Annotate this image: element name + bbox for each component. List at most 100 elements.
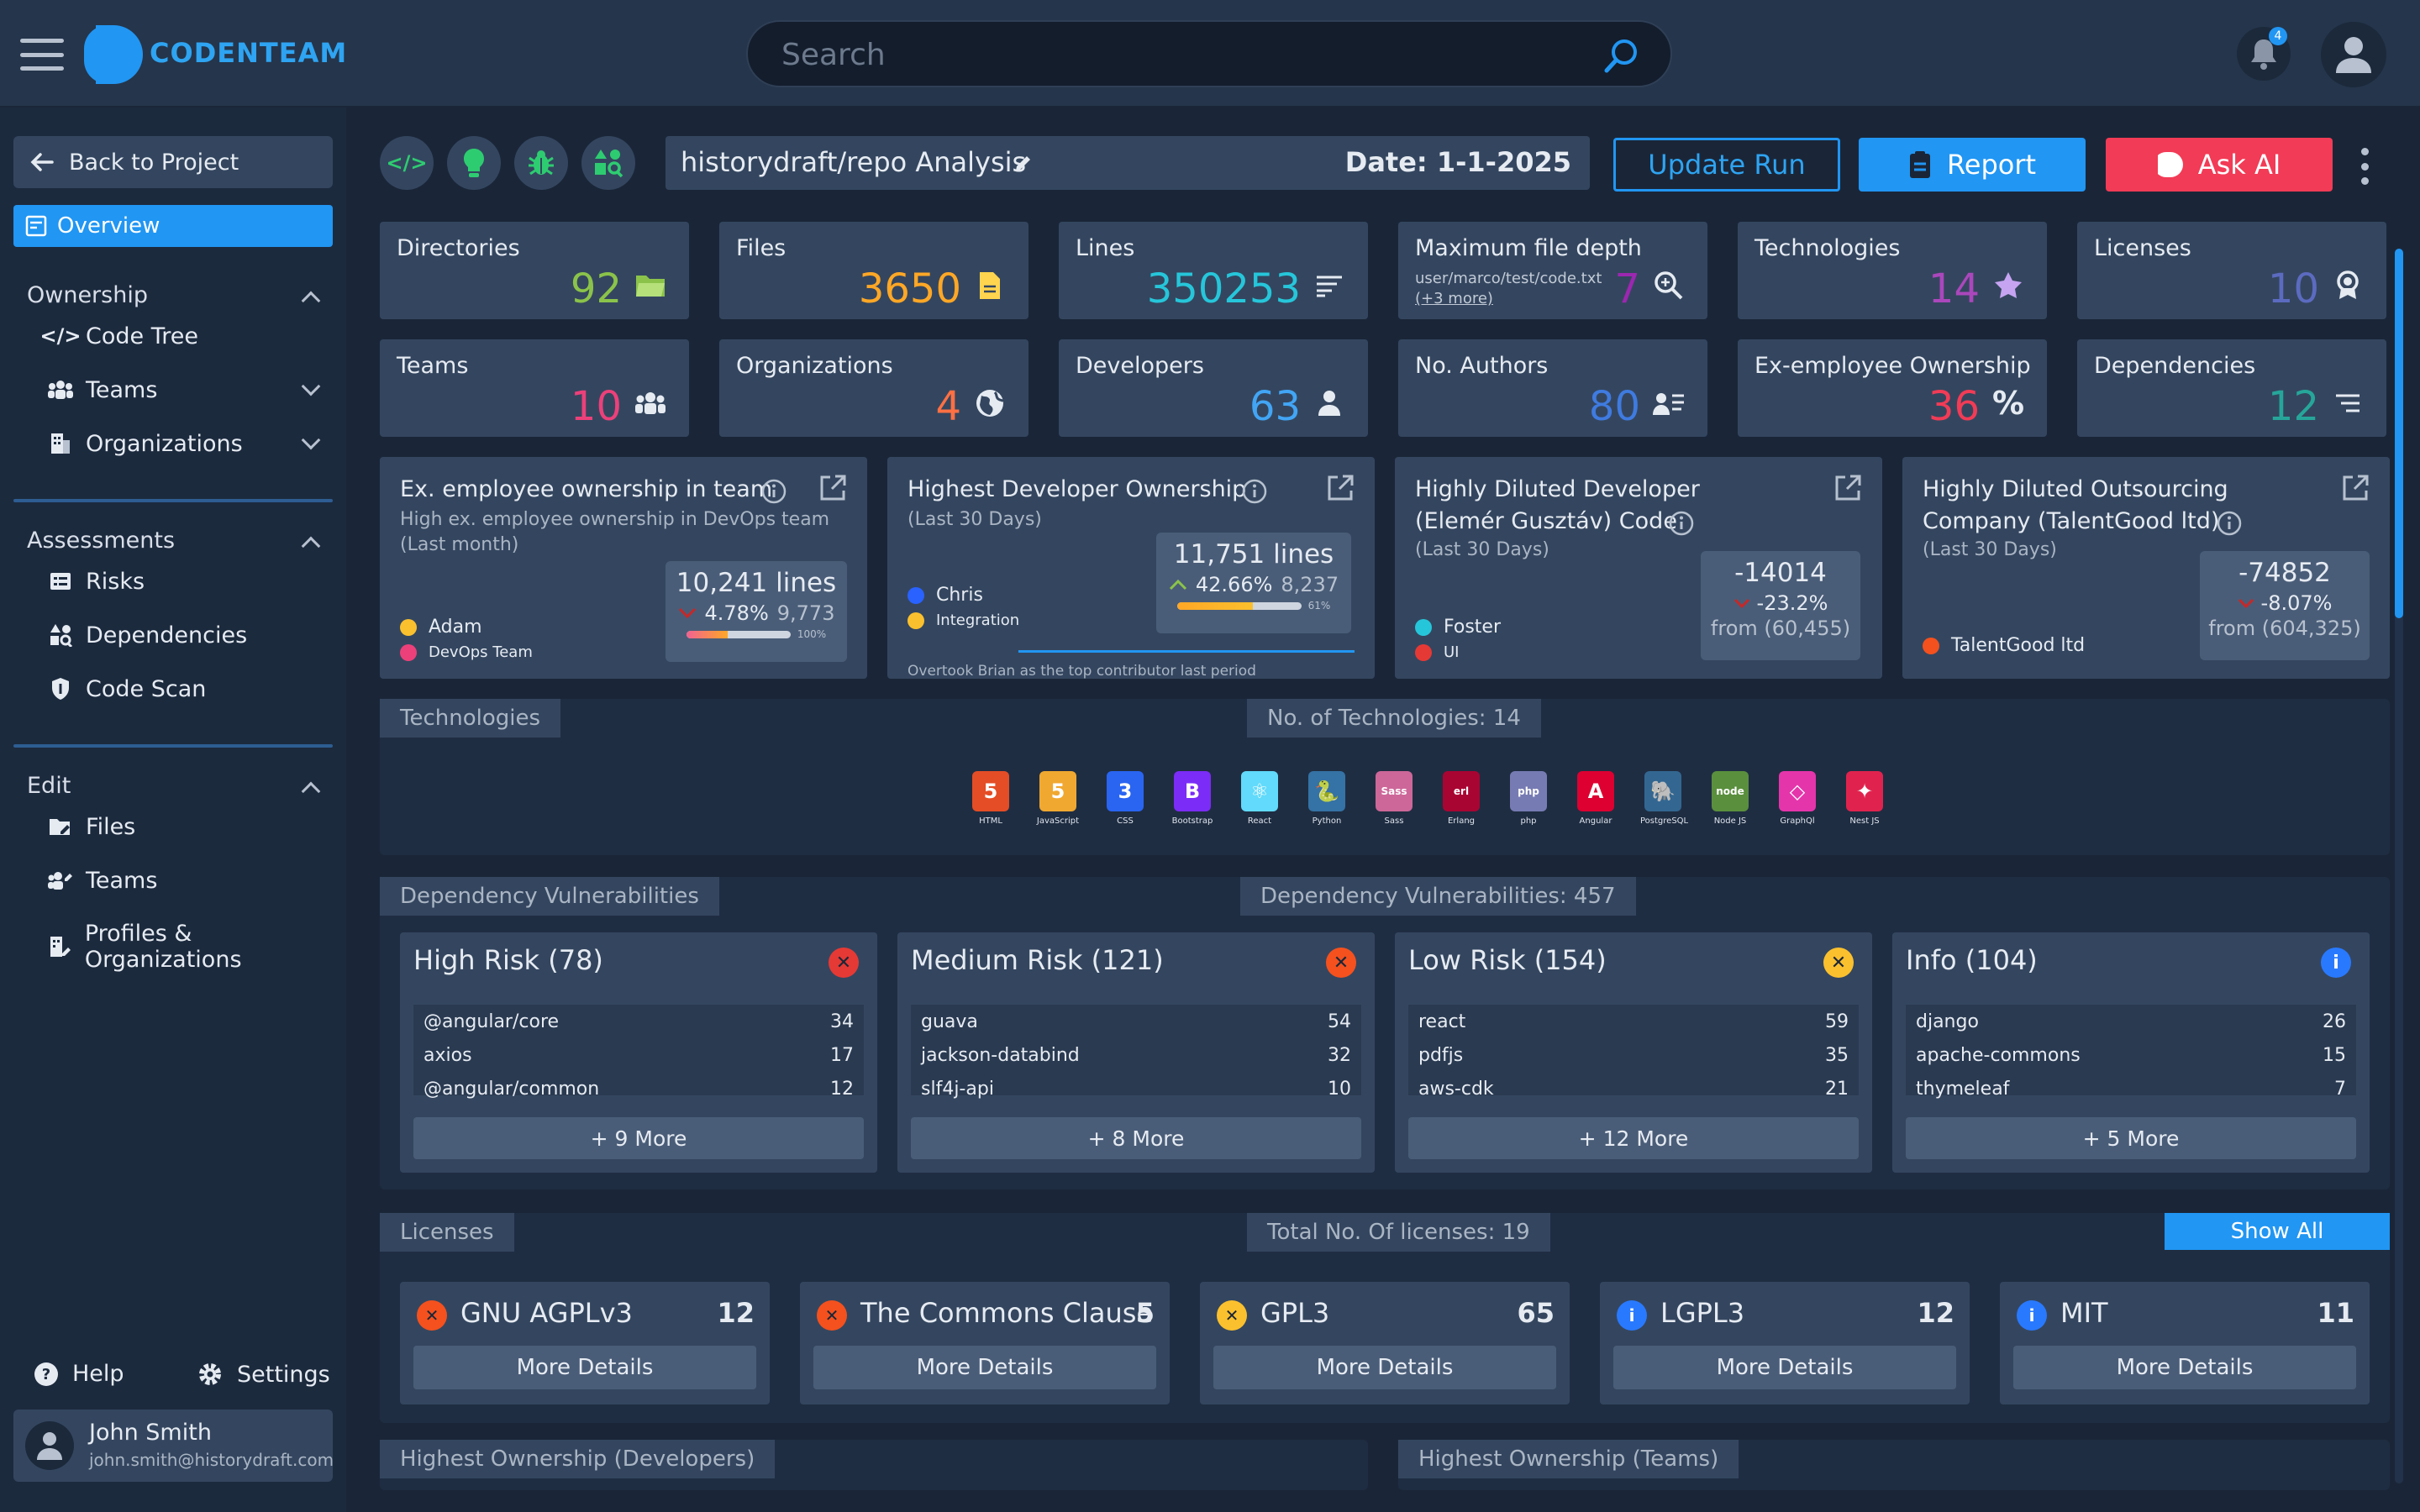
search-input[interactable]	[781, 35, 1588, 74]
more-details-button[interactable]: More Details	[813, 1346, 1156, 1389]
info-icon[interactable]	[2217, 511, 2242, 536]
chevron-up-icon[interactable]	[301, 536, 321, 556]
card-highest-developer-ownership: Highest Developer Ownership (Last 30 Day…	[887, 457, 1375, 680]
stat-dependencies[interactable]: Dependencies 12	[2077, 339, 2386, 437]
pencil-icon[interactable]	[1013, 153, 1034, 173]
technology-item: B Bootstrap	[1170, 766, 1215, 826]
stat-files[interactable]: Files 3650	[719, 222, 1028, 319]
more-button[interactable]: + 9 More	[413, 1117, 864, 1159]
info-icon[interactable]	[761, 479, 786, 504]
vulnerability-row[interactable]: aws-cdk 21	[1418, 1072, 1849, 1105]
hamburger-menu-icon[interactable]	[20, 39, 64, 71]
stat-developers[interactable]: Developers 63	[1059, 339, 1368, 437]
show-all-button[interactable]: Show All	[2165, 1213, 2390, 1250]
vulnerability-row[interactable]: jackson-databind 32	[921, 1038, 1351, 1072]
stat-directories[interactable]: Directories 92	[380, 222, 689, 319]
chevron-up-icon[interactable]	[301, 291, 321, 311]
chevron-down-icon[interactable]	[301, 376, 321, 396]
stat-licenses[interactable]: Licenses 10	[2077, 222, 2386, 319]
vulnerability-row[interactable]: apache-commons 15	[1916, 1038, 2346, 1072]
stat-technologies[interactable]: Technologies 14	[1738, 222, 2047, 319]
section-edit[interactable]: Edit	[27, 773, 71, 799]
section-ownership[interactable]: Ownership	[27, 282, 148, 308]
stat-label: Maximum file depth	[1415, 235, 1642, 261]
scrollbar-thumb[interactable]	[2395, 249, 2403, 618]
notifications-button[interactable]: 4	[2237, 27, 2291, 81]
update-run-button[interactable]: Update Run	[1613, 138, 1840, 192]
ai-logo-icon	[2157, 152, 2183, 177]
stat-label: Ex-employee Ownership	[1754, 353, 2031, 379]
sidebar-item-risks[interactable]: Risks	[47, 568, 145, 595]
gear-icon	[199, 1363, 221, 1385]
sidebar-item-dependencies[interactable]: Dependencies	[47, 622, 247, 648]
ask-ai-label: Ask AI	[2197, 149, 2281, 181]
bugs-button[interactable]	[514, 136, 568, 190]
vulnerability-row[interactable]: slf4j-api 10	[921, 1072, 1351, 1105]
external-link-icon[interactable]	[1833, 474, 1862, 502]
vulnerability-row[interactable]: @angular/common 12	[424, 1072, 854, 1105]
stat-ex-employee-ownership[interactable]: Ex-employee Ownership 36 %	[1738, 339, 2047, 437]
more-details-button[interactable]: More Details	[1213, 1346, 1556, 1389]
vulnerability-row[interactable]: guava 54	[921, 1005, 1351, 1038]
external-link-icon[interactable]	[2341, 474, 2370, 502]
vulnerability-row[interactable]: axios 17	[424, 1038, 854, 1072]
sidebar-item-profiles[interactable]: Profiles & Organizations	[47, 921, 346, 973]
info-icon[interactable]	[1242, 479, 1267, 504]
stat-label: Lines	[1076, 235, 1135, 261]
sidebar-item-organizations[interactable]: Organizations	[47, 430, 243, 457]
technology-item: php php	[1506, 766, 1551, 826]
back-to-project-button[interactable]: Back to Project	[13, 136, 333, 188]
stat-max-file-depth[interactable]: Maximum file depth user/marco/test/code.…	[1398, 222, 1707, 319]
legend-dot	[908, 612, 924, 629]
more-details-button[interactable]: More Details	[413, 1346, 756, 1389]
more-button[interactable]: + 8 More	[911, 1117, 1361, 1159]
technology-name: JavaScript	[1036, 816, 1080, 826]
stat-value: 36	[1928, 383, 1980, 430]
ask-ai-button[interactable]: Ask AI	[2106, 138, 2333, 192]
external-link-icon[interactable]	[1326, 474, 1355, 502]
dependencies-view-button[interactable]	[581, 136, 635, 190]
sidebar-item-files[interactable]: Files	[47, 813, 135, 840]
sidebar-item-overview[interactable]: Overview	[13, 205, 333, 247]
external-link-icon[interactable]	[818, 474, 847, 502]
stat-authors[interactable]: No. Authors 80	[1398, 339, 1707, 437]
technology-item: Sass Sass	[1371, 766, 1417, 826]
group-title: Low Risk (154)	[1408, 944, 1607, 976]
insights-button[interactable]	[447, 136, 501, 190]
report-button[interactable]: Report	[1859, 138, 2086, 192]
license-name: MIT	[2060, 1297, 2108, 1329]
search-icon[interactable]	[1603, 37, 1640, 74]
chevron-up-icon[interactable]	[301, 781, 321, 801]
previous-value: 9,773	[776, 601, 835, 625]
settings-button[interactable]: Settings	[197, 1361, 330, 1388]
more-options-icon[interactable]	[2360, 148, 2370, 185]
more-button[interactable]: + 5 More	[1906, 1117, 2356, 1159]
more-details-button[interactable]: More Details	[2013, 1346, 2356, 1389]
sidebar-item-teams[interactable]: Teams	[47, 376, 157, 403]
vulnerability-row[interactable]: thymeleaf 7	[1916, 1072, 2346, 1105]
vulnerability-row[interactable]: @angular/core 34	[424, 1005, 854, 1038]
vulnerability-row[interactable]: django 26	[1916, 1005, 2346, 1038]
code-view-button[interactable]: </>	[380, 136, 434, 190]
sidebar-item-code-scan[interactable]: Code Scan	[47, 675, 206, 702]
info-icon[interactable]	[1669, 511, 1694, 536]
vulnerability-list: react 59 pdfjs 35 aws-cdk 21	[1408, 1005, 1859, 1100]
sidebar-item-edit-teams[interactable]: Teams	[47, 867, 157, 894]
stat-lines[interactable]: Lines 350253	[1059, 222, 1368, 319]
more-button[interactable]: + 12 More	[1408, 1117, 1859, 1159]
risks-label: Risks	[86, 568, 145, 595]
user-avatar-button[interactable]	[2321, 22, 2386, 87]
more-details-button[interactable]: More Details	[1613, 1346, 1956, 1389]
package-name: thymeleaf	[1916, 1078, 2010, 1100]
vulnerability-row[interactable]: pdfjs 35	[1418, 1038, 1849, 1072]
vulnerability-row[interactable]: react 59	[1418, 1005, 1849, 1038]
section-assessments[interactable]: Assessments	[27, 528, 175, 554]
sidebar-item-code-tree[interactable]: </> Code Tree	[40, 323, 198, 349]
stat-teams[interactable]: Teams 10	[380, 339, 689, 437]
chevron-down-icon[interactable]	[301, 430, 321, 450]
help-button[interactable]: ? Help	[34, 1361, 124, 1387]
more-paths-link[interactable]: (+3 more)	[1415, 290, 1493, 307]
stat-organizations[interactable]: Organizations 4	[719, 339, 1028, 437]
user-profile[interactable]: John Smith john.smith@historydraft.com	[13, 1410, 334, 1482]
package-name: axios	[424, 1044, 472, 1066]
